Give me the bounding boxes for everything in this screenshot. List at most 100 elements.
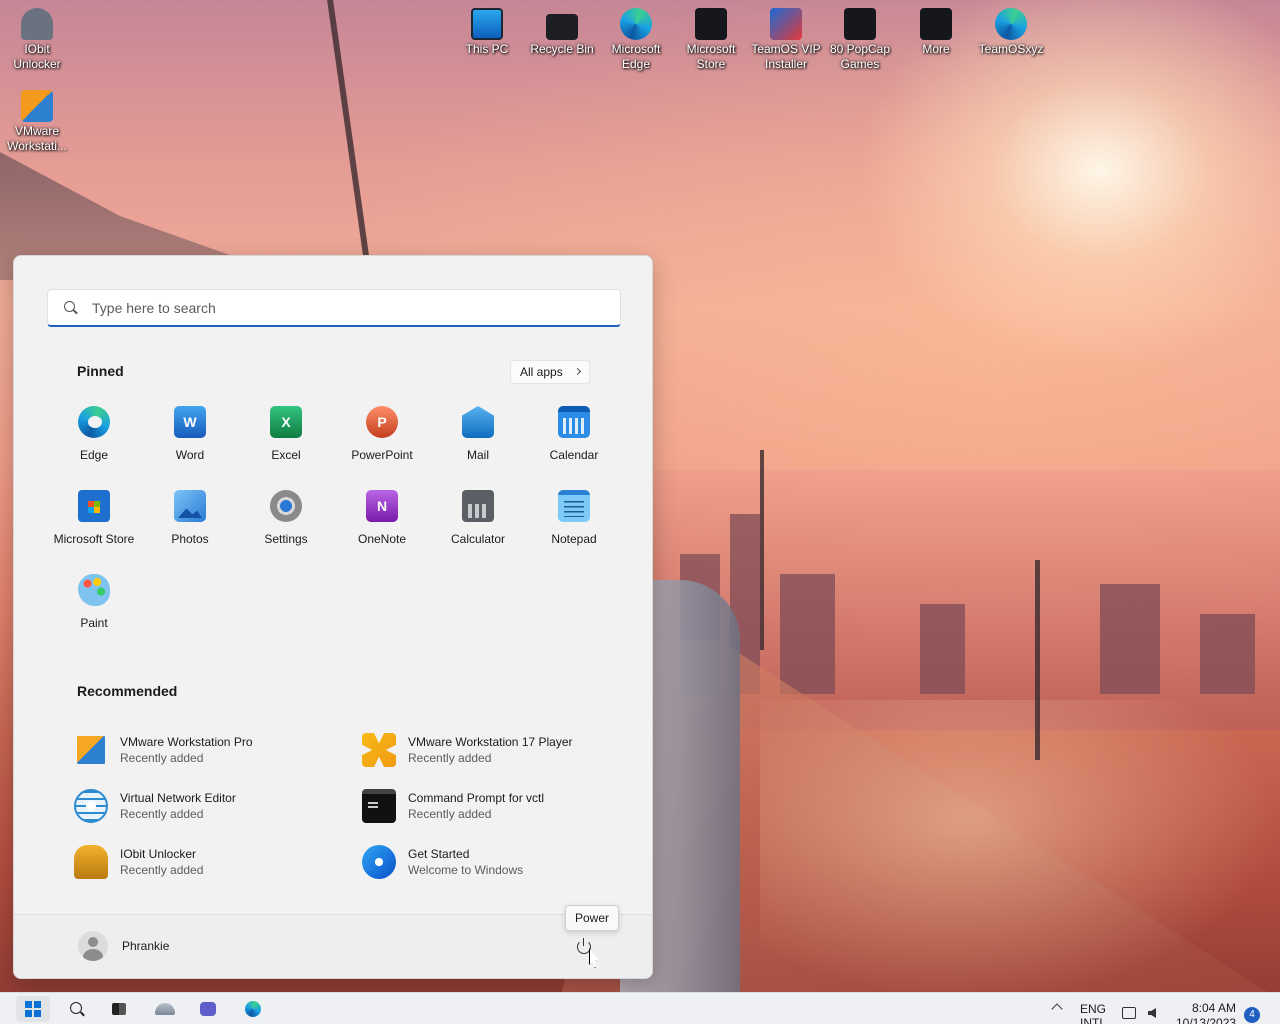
app-label: Mail	[466, 448, 489, 462]
desktop-icon-recycle-bin[interactable]: Recycle Bin	[525, 2, 599, 57]
recommended-item-virtual-network-editor[interactable]: Virtual Network Editor Recently added	[74, 778, 362, 834]
desktop-icon-teamosxyz[interactable]: TeamOSxyz	[974, 2, 1048, 57]
pinned-app-word[interactable]: W Word	[142, 402, 238, 486]
pinned-app-calendar[interactable]: Calendar	[526, 402, 622, 486]
vmware-icon	[21, 90, 53, 122]
volume-muted-icon[interactable]	[1148, 1008, 1156, 1018]
clock[interactable]: 8:04 AM 10/13/2023	[1176, 1001, 1236, 1024]
pinned-heading: Pinned	[77, 363, 124, 379]
command-prompt-icon	[362, 789, 396, 823]
wallpaper-lamp-pole	[760, 450, 764, 650]
app-label: Calculator	[450, 532, 506, 546]
start-menu-footer: Phrankie	[14, 914, 652, 978]
app-label: OneNote	[357, 532, 407, 546]
wallpaper-building	[730, 514, 760, 694]
widgets-button[interactable]	[148, 996, 182, 1022]
pinned-app-mail[interactable]: Mail	[430, 402, 526, 486]
chat-icon	[200, 1002, 216, 1016]
language-indicator[interactable]: ENG INTL	[1080, 1002, 1106, 1024]
taskbar-edge-button[interactable]	[236, 996, 270, 1022]
recommended-item-subtitle: Recently added	[408, 751, 492, 765]
pinned-app-photos[interactable]: Photos	[142, 486, 238, 570]
user-account-button[interactable]: Phrankie	[78, 931, 169, 961]
recommended-item-vmware-workstation-pro[interactable]: VMware Workstation Pro Recently added	[74, 722, 362, 778]
start-search-box[interactable]	[47, 289, 621, 327]
app-label: Calendar	[549, 448, 599, 462]
desktop-icon-vmware[interactable]: VMware Workstati...	[0, 84, 74, 154]
task-view-button[interactable]	[102, 996, 136, 1022]
recommended-item-name: Command Prompt for vctl	[408, 791, 545, 805]
desktop-icon-this-pc[interactable]: This PC	[450, 2, 524, 57]
store-icon	[78, 490, 110, 522]
network-globe-icon	[74, 789, 108, 823]
app-label: Word	[175, 448, 205, 462]
pinned-app-notepad[interactable]: Notepad	[526, 486, 622, 570]
desktop-icon-teamos-installer[interactable]: TeamOS VIP Installer	[749, 2, 823, 72]
pinned-app-microsoft-store[interactable]: Microsoft Store	[46, 486, 142, 570]
recommended-item-subtitle: Recently added	[120, 807, 204, 821]
desktop-icon-microsoft-edge[interactable]: Microsoft Edge	[599, 2, 673, 72]
taskbar-search-button[interactable]	[60, 996, 94, 1022]
popcap-games-icon	[844, 8, 876, 40]
show-hidden-icons-chevron-icon[interactable]	[1051, 1003, 1063, 1015]
desktop-icon-label: VMware Workstati...	[7, 124, 67, 153]
search-icon	[64, 300, 78, 315]
windows-logo-icon	[25, 1001, 41, 1017]
wallpaper-road	[560, 640, 1280, 1000]
mail-icon	[462, 406, 494, 438]
pinned-app-edge[interactable]: Edge	[46, 402, 142, 486]
recommended-item-iobit-unlocker[interactable]: IObit Unlocker Recently added	[74, 834, 362, 890]
recommended-item-name: VMware Workstation Pro	[120, 735, 253, 749]
wallpaper-building	[780, 574, 835, 694]
more-icon	[920, 8, 952, 40]
recommended-item-vmware-player[interactable]: VMware Workstation 17 Player Recently add…	[362, 722, 650, 778]
edge-icon	[620, 8, 652, 40]
chevron-right-icon	[573, 367, 581, 376]
pinned-app-settings[interactable]: Settings	[238, 486, 334, 570]
language-code: ENG	[1080, 1002, 1107, 1016]
pinned-apps-grid: Edge W Word X Excel P PowerPoint Mail Calen…	[46, 402, 622, 654]
store-icon	[695, 8, 727, 40]
desktop-icon-more[interactable]: More	[899, 2, 973, 57]
desktop-icon-label: Microsoft Store	[686, 42, 736, 71]
all-apps-label: All apps	[520, 365, 563, 379]
taskbar: ENG INTL 8:04 AM 10/13/2023 4	[0, 992, 1280, 1024]
desktop-icon-popcap-games[interactable]: 80 PopCap Games	[823, 2, 897, 72]
pinned-app-powerpoint[interactable]: P PowerPoint	[334, 402, 430, 486]
desktop-icon-label: 80 PopCap Games	[829, 42, 891, 71]
desktop-icon-label: Microsoft Edge	[611, 42, 661, 71]
pinned-app-calculator[interactable]: Calculator	[430, 486, 526, 570]
notification-badge[interactable]: 4	[1244, 1007, 1260, 1023]
clock-time: 8:04 AM	[1191, 1001, 1236, 1015]
vmware-player-icon	[362, 733, 396, 767]
iobit-unlocker-icon	[74, 845, 108, 879]
all-apps-button[interactable]: All apps	[510, 360, 590, 384]
power-icon	[577, 938, 591, 954]
desktop-icon-iobit-unlocker[interactable]: IObit Unlocker	[0, 2, 74, 72]
wallpaper-lamp-pole	[327, 0, 369, 255]
recommended-item-get-started[interactable]: Get Started Welcome to Windows	[362, 834, 650, 890]
desktop-icon-microsoft-store[interactable]: Microsoft Store	[674, 2, 748, 72]
wallpaper-building	[680, 554, 720, 694]
recommended-item-command-prompt-vctl[interactable]: Command Prompt for vctl Recently added	[362, 778, 650, 834]
network-icon[interactable]	[1122, 1007, 1136, 1019]
app-label: Microsoft Store	[53, 532, 135, 546]
chat-button[interactable]	[191, 996, 225, 1022]
recommended-list: VMware Workstation Pro Recently added VMw…	[74, 722, 650, 890]
app-label: Edge	[79, 448, 109, 462]
widgets-icon	[155, 1003, 175, 1015]
app-label: Photos	[171, 532, 209, 546]
desktop-icon-label: TeamOS VIP Installer	[751, 42, 821, 71]
app-label: PowerPoint	[351, 448, 413, 462]
get-started-icon	[362, 845, 396, 879]
powerpoint-icon: P	[366, 406, 398, 438]
recommended-heading: Recommended	[77, 683, 178, 699]
pinned-app-excel[interactable]: X Excel	[238, 402, 334, 486]
search-input[interactable]	[92, 299, 592, 316]
user-name: Phrankie	[122, 939, 170, 953]
wallpaper-road-shine	[760, 700, 1280, 1000]
pinned-app-paint[interactable]: Paint	[46, 570, 142, 654]
desktop-icon-label: IObit Unlocker	[13, 42, 61, 71]
start-button[interactable]	[16, 996, 50, 1022]
pinned-app-onenote[interactable]: N OneNote	[334, 486, 430, 570]
